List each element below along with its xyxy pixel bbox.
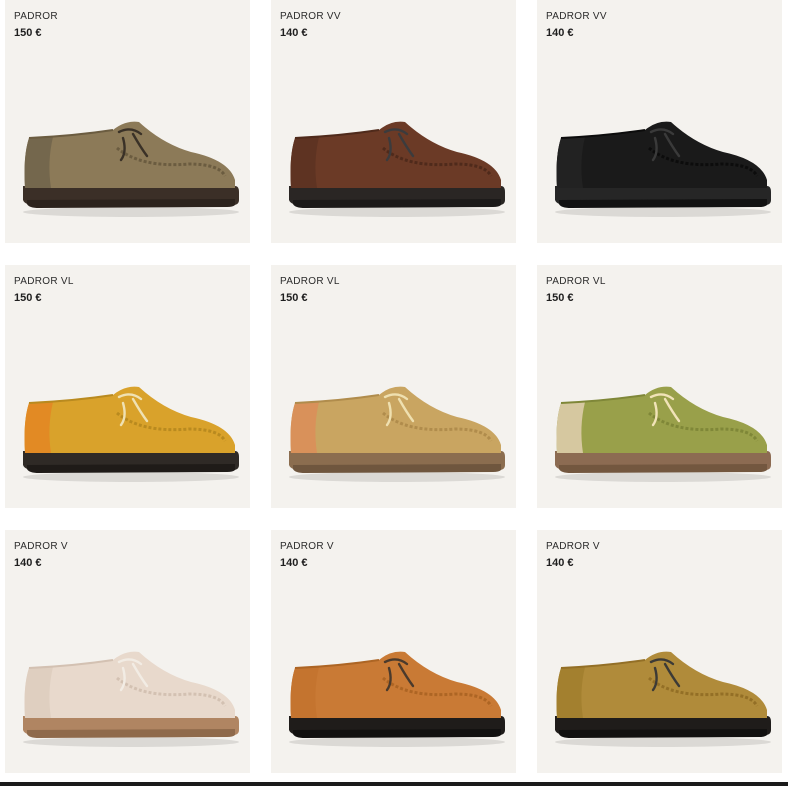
product-grid: PADROR 150 € PADROR VV 140 € PADROR VV 1… [0,0,788,786]
product-price: 140 € [546,557,574,569]
product-card[interactable]: PADROR V 140 € [271,530,516,773]
product-price: 140 € [280,557,308,569]
product-price: 140 € [14,557,42,569]
product-card[interactable]: PADROR V 140 € [5,530,250,773]
product-name: PADROR V [546,541,600,552]
product-price: 150 € [280,292,308,304]
product-card[interactable]: PADROR VV 140 € [271,0,516,243]
product-name: PADROR VV [546,11,607,22]
shoe-heel [556,136,585,188]
shoe-shadow [23,737,239,747]
shoe-shadow [289,472,505,482]
shoe-image [289,651,505,747]
shoe-heel [24,136,53,188]
shoe-sole-tread [293,464,501,473]
shoe-sole-tread [293,729,501,738]
shoe-shadow [289,737,505,747]
shoe-shadow [23,472,239,482]
shoe-sole-tread [27,729,235,738]
shoe-upper [556,121,767,188]
shoe-shadow [289,207,505,217]
shoe-sole-tread [559,464,767,473]
shoe-shadow [23,207,239,217]
shoe-image [555,651,771,747]
shoe-sole-tread [293,199,501,208]
product-name: PADROR [14,11,58,22]
product-price: 150 € [14,292,42,304]
product-card[interactable]: PADROR VL 150 € [271,265,516,508]
page-bottom-border [0,782,788,786]
shoe-heel [290,666,319,718]
shoe-image [555,121,771,217]
shoe-heel [290,136,319,188]
product-name: PADROR VL [14,276,74,287]
shoe-image [23,121,239,217]
product-card[interactable]: PADROR VV 140 € [537,0,782,243]
shoe-upper [556,651,767,718]
shoe-upper [24,121,235,188]
shoe-heel [556,401,585,453]
product-name: PADROR V [14,541,68,552]
product-card[interactable]: PADROR V 140 € [537,530,782,773]
shoe-sole-tread [559,729,767,738]
shoe-heel [24,666,53,718]
shoe-shadow [555,472,771,482]
shoe-image [555,386,771,482]
shoe-image [23,386,239,482]
product-card[interactable]: PADROR VL 150 € [5,265,250,508]
shoe-upper [290,651,501,718]
shoe-shadow [555,737,771,747]
shoe-image [289,386,505,482]
shoe-image [289,121,505,217]
shoe-upper [24,386,235,453]
shoe-upper [24,651,235,718]
product-card[interactable]: PADROR 150 € [5,0,250,243]
product-name: PADROR V [280,541,334,552]
product-name: PADROR VV [280,11,341,22]
product-price: 150 € [546,292,574,304]
shoe-image [23,651,239,747]
product-price: 140 € [546,27,574,39]
product-name: PADROR VL [546,276,606,287]
shoe-upper [290,121,501,188]
shoe-shadow [555,207,771,217]
product-card[interactable]: PADROR VL 150 € [537,265,782,508]
shoe-heel [556,666,585,718]
product-price: 140 € [280,27,308,39]
shoe-sole-tread [559,199,767,208]
shoe-sole-tread [27,464,235,473]
product-price: 150 € [14,27,42,39]
product-name: PADROR VL [280,276,340,287]
shoe-heel [290,401,319,453]
shoe-upper [290,386,501,453]
shoe-sole-tread [27,199,235,208]
shoe-upper [556,386,767,453]
shoe-heel [24,401,53,453]
